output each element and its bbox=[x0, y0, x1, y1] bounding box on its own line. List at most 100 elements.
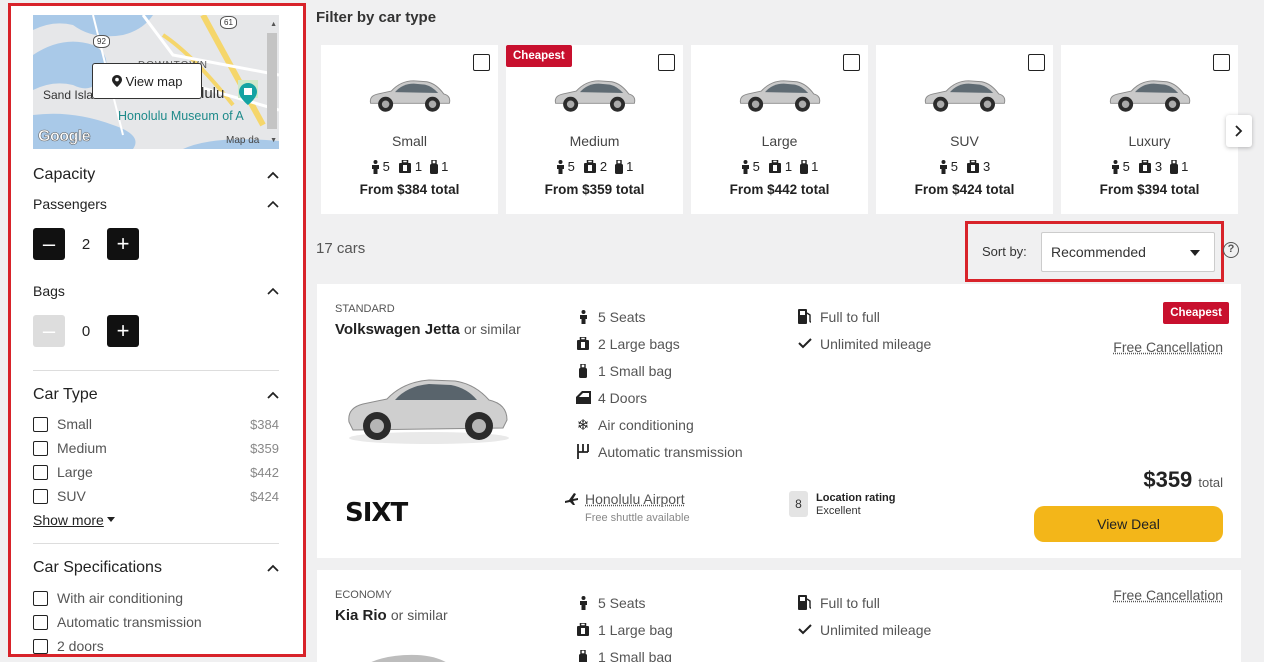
passengers-increment-button[interactable]: + bbox=[107, 228, 139, 260]
car-type-card-medium[interactable]: Cheapest Medium 5 2 1 From $359 total bbox=[506, 45, 683, 214]
car-type-specs: 5 3 bbox=[876, 159, 1053, 174]
car-type-card-suv[interactable]: SUV 5 3 From $424 total bbox=[876, 45, 1053, 214]
chevron-up-icon[interactable] bbox=[267, 391, 279, 399]
bags-value: 0 bbox=[81, 322, 91, 340]
map-preview[interactable]: 92 61 DOWNTOWN Sand Isla lulu Honolulu M… bbox=[33, 15, 279, 149]
spec-option-automatic[interactable]: Automatic transmission bbox=[33, 610, 279, 634]
view-map-button[interactable]: View map bbox=[92, 63, 202, 99]
checkbox[interactable] bbox=[33, 638, 48, 654]
result-card[interactable]: ECONOMY Kia Rio or similar 5 Seats 1 Lar… bbox=[317, 570, 1241, 662]
help-icon[interactable]: ? bbox=[1223, 242, 1239, 258]
filter-by-car-type-title: Filter by car type bbox=[316, 9, 437, 26]
results-count: 17 cars bbox=[316, 240, 366, 257]
passenger-count: 5 bbox=[382, 159, 390, 174]
checkbox[interactable] bbox=[33, 440, 48, 456]
view-map-label: View map bbox=[125, 73, 183, 89]
car-type-price: From $394 total bbox=[1099, 182, 1200, 197]
result-card[interactable]: STANDARD Volkswagen Jetta or similar 5 S… bbox=[317, 284, 1241, 558]
car-model: Kia Rio or similar bbox=[335, 607, 448, 624]
checkbox[interactable] bbox=[33, 488, 48, 504]
rating-score: 8 bbox=[789, 491, 808, 517]
car-features-list: Full to full Unlimited mileage bbox=[797, 589, 931, 643]
car-type-card-small[interactable]: Small 5 1 1 From $384 total bbox=[321, 45, 498, 214]
spec-option-2-doors[interactable]: 2 doors bbox=[33, 634, 279, 654]
checkbox[interactable] bbox=[843, 54, 860, 71]
small-bag-icon bbox=[579, 649, 587, 662]
bag-count: 3 bbox=[1154, 159, 1163, 174]
spec-small-bag: 1 Small bag bbox=[575, 357, 743, 384]
checkmark-icon bbox=[798, 338, 812, 349]
free-cancellation-link[interactable]: Free Cancellation bbox=[1113, 339, 1223, 355]
chevron-up-icon[interactable] bbox=[267, 171, 279, 179]
or-similar-label: or similar bbox=[463, 321, 521, 337]
map-scrollbar[interactable] bbox=[267, 33, 277, 129]
route-61-sign: 61 bbox=[220, 16, 237, 29]
person-icon bbox=[371, 159, 379, 174]
bags-header[interactable]: Bags bbox=[33, 281, 279, 301]
car-image bbox=[739, 80, 821, 113]
spec-label: 1 Small bag bbox=[598, 648, 672, 662]
map-data-link[interactable]: Map da bbox=[226, 135, 259, 146]
car-type-card-large[interactable]: Large 5 1 1 From $442 total bbox=[691, 45, 868, 214]
feature-fuel-policy: Full to full bbox=[797, 303, 931, 330]
car-type-option-suv[interactable]: SUV $424 bbox=[33, 484, 279, 508]
show-more-link[interactable]: Show more bbox=[33, 512, 279, 528]
car-type-option-medium[interactable]: Medium $359 bbox=[33, 436, 279, 460]
checkbox[interactable] bbox=[1213, 54, 1230, 71]
spec-option-air-conditioning[interactable]: With air conditioning bbox=[33, 586, 279, 610]
large-bag-icon bbox=[577, 337, 589, 350]
caret-down-icon bbox=[106, 517, 115, 522]
small-bag-count: 1 bbox=[811, 159, 819, 174]
location-link[interactable]: Honolulu Airport bbox=[564, 491, 690, 507]
checkbox[interactable] bbox=[1028, 54, 1045, 71]
carousel-next-button[interactable] bbox=[1226, 115, 1252, 147]
map-scroll-up-icon[interactable]: ▲ bbox=[270, 21, 277, 28]
large-bag-icon bbox=[768, 160, 781, 173]
map-scroll-down-icon[interactable]: ▼ bbox=[270, 137, 277, 144]
bag-count: 2 bbox=[599, 159, 608, 174]
museum-pin-icon bbox=[239, 83, 257, 105]
checkbox[interactable] bbox=[658, 54, 675, 71]
bags-decrement-button[interactable]: – bbox=[33, 315, 65, 347]
chevron-up-icon[interactable] bbox=[267, 287, 279, 295]
checkbox[interactable] bbox=[33, 464, 48, 480]
map-label-sand-island: Sand Isla bbox=[43, 88, 94, 102]
cheapest-badge: Cheapest bbox=[1163, 302, 1229, 324]
person-icon bbox=[939, 159, 947, 174]
car-type-name: SUV bbox=[950, 133, 979, 149]
small-bag-count: 1 bbox=[1181, 159, 1189, 174]
small-bag-icon bbox=[1170, 159, 1179, 174]
bags-increment-button[interactable]: + bbox=[107, 315, 139, 347]
chevron-up-icon[interactable] bbox=[267, 200, 279, 208]
free-cancellation-link[interactable]: Free Cancellation bbox=[1113, 587, 1223, 603]
chevron-up-icon[interactable] bbox=[267, 564, 279, 572]
car-type-specs: 5 3 1 bbox=[1061, 159, 1238, 174]
car-type-specs: 5 2 1 bbox=[506, 159, 683, 174]
car-type-specs: 5 1 1 bbox=[321, 159, 498, 174]
checkbox[interactable] bbox=[33, 590, 48, 606]
sort-select[interactable]: Recommended bbox=[1041, 232, 1215, 272]
car-type-price: From $424 total bbox=[914, 182, 1015, 197]
car-type-header[interactable]: Car Type bbox=[33, 384, 279, 406]
option-label: Medium bbox=[57, 440, 107, 456]
checkbox[interactable] bbox=[33, 416, 48, 432]
feature-label: Full to full bbox=[820, 594, 880, 611]
view-deal-button[interactable]: View Deal bbox=[1034, 506, 1223, 542]
checkbox[interactable] bbox=[33, 614, 48, 630]
passengers-decrement-button[interactable]: – bbox=[33, 228, 65, 260]
car-type-card-luxury[interactable]: Luxury 5 3 1 From $394 total bbox=[1061, 45, 1238, 214]
map-label-honolulu: lulu bbox=[201, 85, 225, 102]
car-type-option-large[interactable]: Large $442 bbox=[33, 460, 279, 484]
fuel-pump-icon bbox=[798, 595, 812, 610]
spec-air-conditioning: ❄ Air conditioning bbox=[575, 411, 743, 438]
car-type-option-small[interactable]: Small $384 bbox=[33, 412, 279, 436]
passengers-label: Passengers bbox=[33, 196, 107, 212]
checkbox[interactable] bbox=[473, 54, 490, 71]
location-shuttle-note: Free shuttle available bbox=[585, 512, 690, 524]
large-bag-icon bbox=[583, 160, 596, 173]
passengers-stepper: – 2 + bbox=[33, 228, 279, 260]
car-image bbox=[554, 80, 636, 113]
capacity-header[interactable]: Capacity bbox=[33, 164, 279, 186]
passengers-header[interactable]: Passengers bbox=[33, 194, 279, 214]
car-specs-header[interactable]: Car Specifications bbox=[33, 557, 279, 579]
